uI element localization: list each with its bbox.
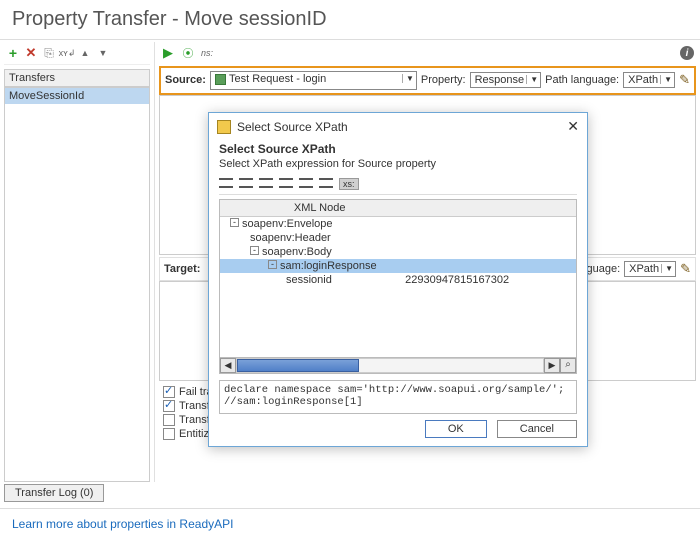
- tree-column-header: XML Node: [224, 202, 415, 214]
- scroll-left-icon[interactable]: ◀: [220, 358, 236, 373]
- dialog-titlebar: Select Source XPath ✕: [209, 113, 587, 138]
- toolbar-icon[interactable]: [219, 178, 233, 188]
- collapse-icon[interactable]: -: [250, 246, 259, 255]
- move-down-icon[interactable]: ▼: [96, 46, 110, 60]
- transfer-checkbox-1[interactable]: [163, 400, 175, 412]
- scrollbar[interactable]: ◀ ▶ ⌕: [220, 357, 576, 373]
- dialog-icon: [217, 120, 231, 134]
- close-icon[interactable]: ✕: [567, 118, 579, 135]
- divider: [0, 39, 700, 40]
- tree-node[interactable]: soapenv:Header: [220, 231, 576, 245]
- xs-toggle[interactable]: xs:: [339, 178, 359, 190]
- source-property-dropdown[interactable]: Response: [470, 72, 542, 88]
- cancel-button[interactable]: Cancel: [497, 420, 577, 438]
- source-row: Source: Test Request - login Property: R…: [159, 66, 696, 95]
- divider: [0, 508, 700, 509]
- run-all-icon[interactable]: ⦿: [181, 46, 195, 60]
- scroll-track[interactable]: [236, 358, 544, 373]
- target-wand-icon[interactable]: ✎: [680, 261, 691, 277]
- clone-icon[interactable]: ⎘: [42, 46, 56, 60]
- toolbar-icon[interactable]: [259, 178, 273, 188]
- dialog-toolbar: xs:: [219, 176, 577, 195]
- toolbar-icon[interactable]: [279, 178, 293, 188]
- wand-icon[interactable]: ✎: [679, 72, 690, 88]
- zoom-icon[interactable]: ⌕: [560, 358, 576, 373]
- source-lang-value: XPath: [628, 74, 658, 86]
- rename-icon[interactable]: xʏ↲: [60, 46, 74, 60]
- scroll-thumb[interactable]: [237, 359, 359, 372]
- transfers-list: MoveSessionId: [4, 87, 150, 482]
- transfers-header: Transfers: [4, 69, 150, 87]
- main-toolbar: ▶ ⦿ ns: i: [159, 44, 696, 64]
- move-up-icon[interactable]: ▲: [78, 46, 92, 60]
- node-label: sam:loginResponse: [280, 260, 377, 272]
- transfer-checkbox-2[interactable]: [163, 414, 175, 426]
- tree-node-selected[interactable]: -sam:loginResponse: [220, 259, 576, 273]
- toolbar-icon[interactable]: [319, 178, 333, 188]
- toolbar-icon[interactable]: [299, 178, 313, 188]
- xml-tree: XML Node -soapenv:Envelope soapenv:Heade…: [219, 199, 577, 374]
- node-label: soapenv:Envelope: [242, 218, 333, 230]
- collapse-icon[interactable]: -: [230, 218, 239, 227]
- target-label: Target:: [164, 263, 200, 275]
- run-icon[interactable]: ▶: [161, 46, 175, 60]
- target-lang-value: XPath: [629, 263, 659, 275]
- learn-more-link[interactable]: Learn more about properties in ReadyAPI: [0, 511, 700, 537]
- source-property-value: Response: [475, 74, 525, 86]
- select-xpath-dialog: Select Source XPath ✕ Select Source XPat…: [208, 112, 588, 447]
- source-step-value: Test Request - login: [229, 73, 326, 85]
- source-step-dropdown[interactable]: Test Request - login: [210, 71, 417, 90]
- step-icon: [215, 74, 226, 85]
- page-title: Property Transfer - Move sessionID: [0, 0, 700, 35]
- source-label: Source:: [165, 74, 206, 86]
- xpath-code[interactable]: declare namespace sam='http://www.soapui…: [219, 380, 577, 414]
- toolbar-icon[interactable]: [239, 178, 253, 188]
- node-value: 22930947815167302: [405, 274, 509, 286]
- tree-node[interactable]: sessionid 22930947815167302: [220, 273, 576, 287]
- dialog-title: Select Source XPath: [237, 120, 567, 134]
- dialog-subtitle: Select XPath expression for Source prope…: [219, 158, 577, 170]
- transfer-log-button[interactable]: Transfer Log (0): [4, 484, 104, 502]
- target-lang-dropdown[interactable]: XPath: [624, 261, 676, 277]
- entitize-checkbox[interactable]: [163, 428, 175, 440]
- scroll-right-icon[interactable]: ▶: [544, 358, 560, 373]
- node-label: soapenv:Body: [262, 246, 332, 258]
- sidebar-toolbar: + ✕ ⎘ xʏ↲ ▲ ▼: [4, 44, 150, 65]
- dialog-heading: Select Source XPath: [219, 142, 577, 156]
- property-label: Property:: [421, 74, 466, 86]
- ok-button[interactable]: OK: [425, 420, 487, 438]
- add-icon[interactable]: +: [6, 46, 20, 60]
- transfer-item[interactable]: MoveSessionId: [5, 88, 149, 104]
- node-label: sessionid: [286, 274, 332, 286]
- node-label: soapenv:Header: [250, 232, 331, 244]
- info-icon[interactable]: i: [680, 46, 694, 60]
- remove-icon[interactable]: ✕: [24, 46, 38, 60]
- tree-node[interactable]: -soapenv:Body: [220, 245, 576, 259]
- path-lang-label: Path language:: [545, 74, 619, 86]
- collapse-icon[interactable]: -: [268, 260, 277, 269]
- source-lang-dropdown[interactable]: XPath: [623, 72, 675, 88]
- fail-checkbox[interactable]: [163, 386, 175, 398]
- ns-label[interactable]: ns:: [201, 48, 213, 58]
- tree-node[interactable]: -soapenv:Envelope: [220, 217, 576, 231]
